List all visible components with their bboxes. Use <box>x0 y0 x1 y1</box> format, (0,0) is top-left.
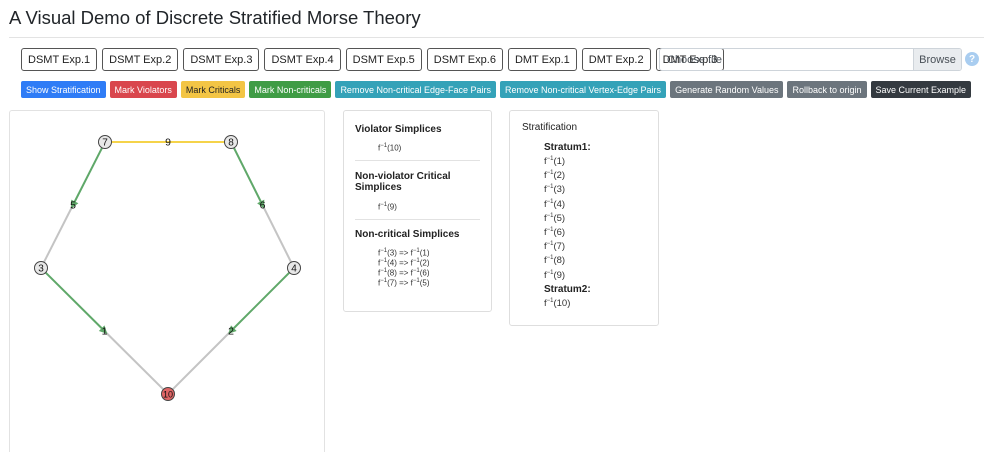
stratum-item: f−1(5) <box>544 213 565 224</box>
divider <box>355 219 480 220</box>
nonviolator-criticals-title-line1: Non-violator Critical <box>355 171 451 182</box>
remove-non-critical-edge-face-pairs-button[interactable]: Remove Non-critical Edge-Face Pairs <box>335 81 496 98</box>
simplices-panel: Violator Simplices f−1(10) Non-violator … <box>343 110 492 312</box>
edge-1-half <box>103 330 165 391</box>
inverse-superscript: −1 <box>412 268 420 274</box>
edge-label-1: 1 <box>102 326 108 338</box>
stratum-item: f−1(3) <box>544 184 565 195</box>
pair-arrow: => <box>396 278 411 288</box>
help-icon[interactable]: ? <box>965 52 979 66</box>
stratum-item: f−1(1) <box>544 156 565 167</box>
example-button-7[interactable]: DMT Exp.1 <box>507 48 577 71</box>
simplex-index: (1) <box>553 156 566 168</box>
noncritical-pair: f−1(7) => f−1(5) <box>378 276 430 289</box>
edge-2-half <box>171 330 232 391</box>
example-button-3[interactable]: DSMT Exp.3 <box>183 48 260 71</box>
mark-criticals-button[interactable]: Mark Criticals <box>180 81 246 98</box>
stratum-heading: Stratum1: <box>544 142 591 153</box>
nonviolator-criticals-title-line2: Simplices <box>355 182 402 193</box>
file-input[interactable]: Choose file Browse <box>659 48 962 71</box>
example-button-8[interactable]: DMT Exp.2 <box>581 48 651 71</box>
vertex-label-8: 8 <box>228 138 234 149</box>
simplex-index: (9) <box>553 269 566 281</box>
example-button-2[interactable]: DSMT Exp.2 <box>102 48 179 71</box>
simplex-index: (5) <box>553 212 566 224</box>
stratum-item: f−1(7) <box>544 241 565 252</box>
stratification-panel: Stratification Stratum1: f−1(1) f−1(2) f−1(… <box>509 110 659 326</box>
generate-random-values-button[interactable]: Generate Random Values <box>670 81 784 98</box>
violator-item: f−1(10) <box>378 141 401 154</box>
stratum-item: f−1(9) <box>544 270 565 281</box>
simplex-index: (10) <box>387 143 402 153</box>
stratum-item: f−1(6) <box>544 227 565 238</box>
divider <box>355 160 480 161</box>
action-buttons: Show Stratification Mark Violators Mark Cr… <box>21 81 972 98</box>
complex-graph[interactable]: 9 5 6 1 2 7 8 3 4 10 <box>10 111 326 452</box>
stratum-item: f−1(4) <box>544 199 565 210</box>
stratum-heading: Stratum2: <box>544 283 591 295</box>
example-button-6[interactable]: DSMT Exp.6 <box>426 48 503 71</box>
complex-canvas[interactable]: 9 5 6 1 2 7 8 3 4 10 <box>9 110 325 452</box>
title-divider <box>9 37 984 38</box>
simplex-index: (9) <box>387 202 397 212</box>
simplex-index: (6) <box>553 227 566 239</box>
vertex-label-7: 7 <box>102 138 108 149</box>
edge-2-paired-half <box>230 271 291 332</box>
edge-6-paired-half <box>233 147 264 206</box>
stratum-item: f−1(10) <box>544 298 570 309</box>
noncritical-title: Non-critical Simplices <box>355 229 460 240</box>
vertex-label-10: 10 <box>163 390 173 400</box>
stratum-item: f−1(8) <box>544 255 565 266</box>
violators-title: Violator Simplices <box>355 124 442 135</box>
nonviolator-critical-item: f−1(9) <box>378 200 397 213</box>
simplex-index: (4) <box>553 198 566 210</box>
stratum-item: f−1(2) <box>544 170 565 181</box>
edge-label-9: 9 <box>165 137 171 149</box>
simplex-index: (5) <box>419 278 430 288</box>
inverse-superscript: −1 <box>412 278 420 284</box>
example-buttons: DSMT Exp.1 DSMT Exp.2 DSMT Exp.3 DSMT Exp.4… <box>21 48 725 71</box>
simplex-index: (7) <box>387 278 397 288</box>
simplex-index: (2) <box>553 170 566 182</box>
save-current-example-button[interactable]: Save Current Example <box>870 81 972 98</box>
example-button-4[interactable]: DSMT Exp.4 <box>264 48 341 71</box>
inverse-superscript: −1 <box>412 248 420 254</box>
vertex-label-3: 3 <box>38 264 44 275</box>
edge-label-2: 2 <box>228 326 234 338</box>
example-button-1[interactable]: DSMT Exp.1 <box>21 48 98 71</box>
mark-non-criticals-button[interactable]: Mark Non-criticals <box>249 81 332 98</box>
simplex-index: (10) <box>553 297 571 309</box>
rollback-to-origin-button[interactable]: Rollback to origin <box>787 81 867 98</box>
stratification-title: Stratification <box>522 122 578 133</box>
show-stratification-button[interactable]: Show Stratification <box>21 81 106 98</box>
remove-non-critical-vertex-edge-pairs-button[interactable]: Remove Non-critical Vertex-Edge Pairs <box>500 81 667 98</box>
simplex-index: (3) <box>553 184 566 196</box>
browse-button[interactable]: Browse <box>913 49 961 70</box>
edge-5-paired-half <box>72 147 103 206</box>
simplex-index: (7) <box>553 241 566 253</box>
edge-6-half <box>261 204 292 263</box>
vertex-label-4: 4 <box>291 264 297 275</box>
mark-violators-button[interactable]: Mark Violators <box>109 81 177 98</box>
file-input-label[interactable]: Choose file <box>660 49 913 70</box>
example-button-5[interactable]: DSMT Exp.5 <box>345 48 422 71</box>
inverse-superscript: −1 <box>412 258 420 264</box>
edge-label-5: 5 <box>70 200 76 212</box>
simplex-index: (8) <box>553 255 566 267</box>
page-title: A Visual Demo of Discrete Stratified Mor… <box>9 7 421 28</box>
edge-1-paired-half <box>44 271 106 332</box>
edge-label-6: 6 <box>260 200 266 212</box>
edge-5-half <box>43 204 74 263</box>
